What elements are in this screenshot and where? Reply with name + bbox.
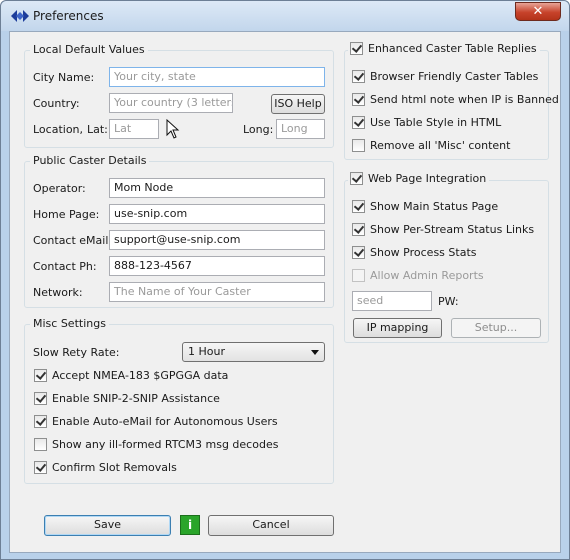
checkbox-box bbox=[34, 392, 47, 405]
banned-note-checkbox[interactable]: Send html note when IP is Banned bbox=[352, 93, 559, 106]
checkbox-box bbox=[34, 369, 47, 382]
network-label: Network: bbox=[33, 286, 83, 299]
checkbox-box bbox=[352, 70, 365, 83]
slow-retry-select[interactable]: 1 Hour bbox=[182, 342, 325, 362]
auto-email-checkbox[interactable]: Enable Auto-eMail for Autonomous Users bbox=[34, 415, 278, 428]
checkbox-label: Enhanced Caster Table Replies bbox=[368, 42, 537, 55]
rtcm3-decodes-checkbox[interactable]: Show any ill-formed RTCM3 msg decodes bbox=[34, 438, 278, 451]
country-label: Country: bbox=[33, 97, 80, 110]
caster-table-group: Enhanced Caster Table Replies Browser Fr… bbox=[344, 42, 559, 160]
country-input[interactable]: Your country (3 letters) bbox=[109, 93, 233, 113]
location-label: Location, bbox=[33, 123, 84, 136]
confirm-slot-removals-checkbox[interactable]: Confirm Slot Removals bbox=[34, 461, 177, 474]
checkbox-label: Confirm Slot Removals bbox=[52, 461, 177, 474]
process-stats-checkbox[interactable]: Show Process Stats bbox=[352, 246, 476, 259]
city-label: City Name: bbox=[33, 71, 95, 84]
network-input[interactable]: The Name of Your Caster bbox=[109, 282, 325, 302]
local-defaults-legend: Local Default Values bbox=[30, 43, 148, 56]
checkbox-box bbox=[352, 139, 365, 152]
checkbox-box bbox=[352, 269, 365, 282]
mouse-pointer-icon bbox=[166, 119, 180, 139]
admin-reports-checkbox[interactable]: Allow Admin Reports bbox=[352, 269, 484, 282]
cancel-button[interactable]: Cancel bbox=[208, 515, 334, 536]
checkbox-box bbox=[352, 223, 365, 236]
checkbox-box bbox=[34, 415, 47, 428]
preferences-window: Preferences ✕ Local Default Values City … bbox=[0, 0, 570, 560]
checkbox-label: Use Table Style in HTML bbox=[370, 116, 502, 129]
enhanced-caster-table-checkbox[interactable]: Enhanced Caster Table Replies bbox=[348, 42, 540, 55]
lat-label: Lat: bbox=[87, 123, 108, 136]
accept-nmea-checkbox[interactable]: Accept NMEA-183 $GPGGA data bbox=[34, 369, 228, 382]
checkbox-label: Accept NMEA-183 $GPGGA data bbox=[52, 369, 229, 382]
seed-input[interactable]: seed bbox=[352, 291, 432, 311]
checkbox-box bbox=[352, 93, 365, 106]
checkbox-label: Allow Admin Reports bbox=[370, 269, 484, 282]
slow-retry-value: 1 Hour bbox=[188, 345, 225, 358]
checkbox-box bbox=[352, 246, 365, 259]
checkbox-label: Show any ill-formed RTCM3 msg decodes bbox=[52, 438, 279, 451]
email-input[interactable]: support@use-snip.com bbox=[109, 230, 325, 250]
phone-label: Contact Ph: bbox=[33, 260, 97, 273]
checkbox-box bbox=[352, 116, 365, 129]
slow-retry-label: Slow Rety Rate: bbox=[33, 346, 120, 359]
operator-input[interactable]: Mom Node bbox=[109, 178, 325, 198]
diamond-arrows-icon bbox=[11, 10, 29, 22]
checkbox-label: Remove all 'Misc' content bbox=[370, 139, 511, 152]
iso-help-button[interactable]: ISO Help bbox=[271, 94, 325, 114]
web-page-integration-checkbox[interactable]: Web Page Integration bbox=[348, 172, 490, 185]
table-style-checkbox[interactable]: Use Table Style in HTML bbox=[352, 116, 501, 129]
dialog-body: Local Default Values City Name: Your cit… bbox=[9, 31, 561, 553]
checkbox-label: Enable Auto-eMail for Autonomous Users bbox=[52, 415, 278, 428]
homepage-input[interactable]: use-snip.com bbox=[109, 204, 325, 224]
window-title: Preferences bbox=[33, 9, 104, 23]
checkbox-box bbox=[350, 172, 363, 185]
web-page-group: Web Page Integration Show Main Status Pa… bbox=[344, 172, 549, 343]
checkbox-label: Send html note when IP is Banned bbox=[370, 93, 559, 106]
info-button[interactable]: i bbox=[180, 515, 200, 535]
city-input[interactable]: Your city, state bbox=[109, 67, 325, 87]
long-input[interactable]: Long bbox=[276, 119, 325, 139]
ip-mapping-button[interactable]: IP mapping bbox=[353, 318, 442, 338]
browser-friendly-checkbox[interactable]: Browser Friendly Caster Tables bbox=[352, 70, 538, 83]
lat-input[interactable]: Lat bbox=[109, 119, 159, 139]
per-stream-checkbox[interactable]: Show Per-Stream Status Links bbox=[352, 223, 534, 236]
main-status-checkbox[interactable]: Show Main Status Page bbox=[352, 200, 498, 213]
checkbox-label: Show Process Stats bbox=[370, 246, 477, 259]
checkbox-box bbox=[34, 438, 47, 451]
checkbox-box bbox=[350, 42, 363, 55]
remove-misc-checkbox[interactable]: Remove all 'Misc' content bbox=[352, 139, 510, 152]
pw-label: PW: bbox=[438, 295, 459, 308]
checkbox-box bbox=[352, 200, 365, 213]
long-label: Long: bbox=[243, 123, 274, 136]
caster-details-group: Public Caster Details Operator: Mom Node… bbox=[24, 154, 334, 308]
close-button[interactable]: ✕ bbox=[515, 2, 561, 21]
misc-settings-group: Misc Settings Slow Rety Rate: 1 Hour Acc… bbox=[24, 317, 334, 484]
close-icon: ✕ bbox=[532, 4, 544, 19]
caster-details-legend: Public Caster Details bbox=[30, 154, 150, 167]
title-bar[interactable]: Preferences ✕ bbox=[1, 1, 569, 31]
setup-button[interactable]: Setup... bbox=[451, 318, 541, 338]
save-button[interactable]: Save bbox=[44, 515, 171, 536]
checkbox-label: Show Per-Stream Status Links bbox=[370, 223, 535, 236]
checkbox-label: Web Page Integration bbox=[368, 172, 487, 185]
homepage-label: Home Page: bbox=[33, 208, 100, 221]
misc-settings-legend: Misc Settings bbox=[30, 317, 109, 330]
checkbox-label: Show Main Status Page bbox=[370, 200, 499, 213]
operator-label: Operator: bbox=[33, 182, 86, 195]
email-label: Contact eMail: bbox=[33, 234, 113, 247]
checkbox-label: Enable SNIP-2-SNIP Assistance bbox=[52, 392, 220, 405]
checkbox-label: Browser Friendly Caster Tables bbox=[370, 70, 539, 83]
snip2snip-checkbox[interactable]: Enable SNIP-2-SNIP Assistance bbox=[34, 392, 220, 405]
checkbox-box bbox=[34, 461, 47, 474]
phone-input[interactable]: 888-123-4567 bbox=[109, 256, 325, 276]
chevron-down-icon bbox=[311, 350, 319, 355]
